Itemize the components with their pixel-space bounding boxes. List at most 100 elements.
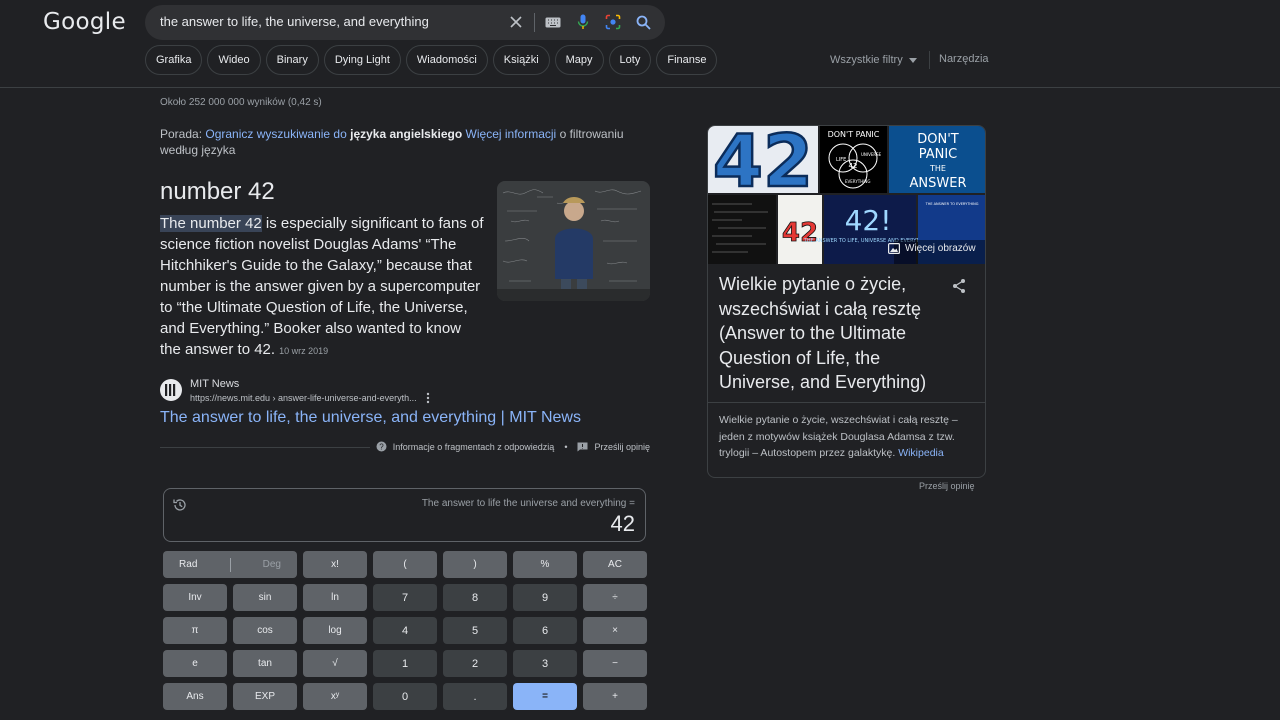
key-sin[interactable]: sin <box>233 584 297 611</box>
history-icon[interactable] <box>172 497 188 513</box>
key-power[interactable]: xʸ <box>303 683 367 710</box>
kp-img7-caption: THE ANSWER TO EVERYTHING <box>925 202 979 206</box>
key-factorial[interactable]: x! <box>303 551 367 578</box>
chip-videos[interactable]: Wideo <box>207 45 261 75</box>
calculator-display: The answer to life the universe and ever… <box>163 488 646 542</box>
keyboard-icon[interactable] <box>543 12 563 32</box>
key-ln[interactable]: ln <box>303 584 367 611</box>
key-divide[interactable]: ÷ <box>583 584 647 611</box>
kp-title: Wielkie pytanie o życie, wszechświat i c… <box>719 274 927 392</box>
key-tan[interactable]: tan <box>233 650 297 677</box>
calculator-expression: The answer to life the universe and ever… <box>421 498 635 509</box>
more-options-icon[interactable] <box>425 391 431 405</box>
wikipedia-link[interactable]: Wikipedia <box>898 447 944 459</box>
svg-text:?: ? <box>379 442 384 451</box>
key-clear[interactable]: AC <box>583 551 647 578</box>
search-box[interactable]: the answer to life, the universe, and ev… <box>145 5 665 40</box>
key-exp[interactable]: EXP <box>233 683 297 710</box>
language-tip: Porada: Ogranicz wyszukiwanie do języka … <box>160 126 640 158</box>
key-ans[interactable]: Ans <box>163 683 227 710</box>
key-equals[interactable]: = <box>513 683 577 710</box>
source-name[interactable]: MIT News <box>190 378 239 390</box>
chip-finance[interactable]: Finanse <box>656 45 718 75</box>
image-icon <box>888 243 900 254</box>
tip-prefix: Porada: <box>160 127 203 141</box>
rad-option[interactable]: Rad <box>179 559 197 570</box>
key-log[interactable]: log <box>303 617 367 644</box>
snippet-highlight: The number 42 <box>160 215 262 232</box>
chip-images[interactable]: Grafika <box>145 45 203 75</box>
key-7[interactable]: 7 <box>373 584 437 611</box>
more-images-button[interactable]: Więcej obrazów <box>888 243 976 254</box>
key-2[interactable]: 2 <box>443 650 507 677</box>
key-plus[interactable]: + <box>583 683 647 710</box>
snippet-feedback-link[interactable]: Prześlij opinię <box>594 442 650 452</box>
source-url[interactable]: https://news.mit.edu › answer-life-unive… <box>190 393 417 403</box>
search-results-page: Google the answer to life, the universe,… <box>0 0 1280 720</box>
kp-img2-title: DON'T PANIC <box>828 130 880 139</box>
kp-img6-text: 42! <box>845 204 892 237</box>
key-0[interactable]: 0 <box>373 683 437 710</box>
header-divider <box>0 87 1280 88</box>
about-snippets-link[interactable]: Informacje o fragmentach z odpowiedzią <box>393 442 555 452</box>
key-6[interactable]: 6 <box>513 617 577 644</box>
restrict-language-link[interactable]: Ogranicz wyszukiwanie do <box>205 127 346 141</box>
chip-binary[interactable]: Binary <box>265 45 319 75</box>
lens-icon[interactable] <box>603 12 623 32</box>
chip-flights[interactable]: Loty <box>608 45 652 75</box>
key-5[interactable]: 5 <box>443 617 507 644</box>
snippet-footer: ? Informacje o fragmentach z odpowiedzią… <box>369 441 650 452</box>
chip-news[interactable]: Wiadomości <box>405 45 488 75</box>
key-1[interactable]: 1 <box>373 650 437 677</box>
source-favicon[interactable] <box>160 379 182 401</box>
key-4[interactable]: 4 <box>373 617 437 644</box>
key-percent[interactable]: % <box>513 551 577 578</box>
key-multiply[interactable]: × <box>583 617 647 644</box>
kp-img3-the: THE <box>929 164 946 173</box>
result-title-link[interactable]: The answer to life, the universe, and ev… <box>160 409 581 427</box>
key-9[interactable]: 9 <box>513 584 577 611</box>
chip-maps[interactable]: Mapy <box>554 45 604 75</box>
voice-search-icon[interactable] <box>573 12 593 32</box>
feedback-icon <box>577 442 588 451</box>
key-e[interactable]: e <box>163 650 227 677</box>
search-input[interactable]: the answer to life, the universe, and ev… <box>160 14 429 29</box>
snippet-date: 10 wrz 2019 <box>279 346 329 356</box>
footer-dot: • <box>564 441 568 452</box>
share-icon[interactable] <box>951 278 967 294</box>
rad-deg-toggle[interactable]: Rad Deg <box>163 551 297 578</box>
search-divider <box>534 13 535 32</box>
kp-description: Wielkie pytanie o życie, wszechświat i c… <box>719 412 977 462</box>
tip-language[interactable]: języka angielskiego <box>350 127 462 141</box>
key-minus[interactable]: − <box>583 650 647 677</box>
rad-deg-divider <box>229 557 231 572</box>
key-3[interactable]: 3 <box>513 650 577 677</box>
key-cos[interactable]: cos <box>233 617 297 644</box>
key-pi[interactable]: π <box>163 617 227 644</box>
key-close-paren[interactable]: ) <box>443 551 507 578</box>
all-filters-button[interactable]: Wszystkie filtry <box>830 54 917 66</box>
clear-icon[interactable] <box>506 12 526 32</box>
key-sqrt[interactable]: √ <box>303 650 367 677</box>
key-open-paren[interactable]: ( <box>373 551 437 578</box>
google-logo[interactable]: Google <box>43 9 126 35</box>
deg-option[interactable]: Deg <box>263 559 281 570</box>
key-decimal[interactable]: . <box>443 683 507 710</box>
search-icon[interactable] <box>633 12 653 32</box>
filters-separator <box>929 51 930 69</box>
calculator-keypad: Rad Deg x! ( ) % AC Inv sin ln 7 8 9 ÷ π… <box>163 551 647 710</box>
more-images-label: Więcej obrazów <box>905 243 976 254</box>
more-info-link[interactable]: Więcej informacji <box>466 127 557 141</box>
key-inv[interactable]: Inv <box>163 584 227 611</box>
kp-feedback-link[interactable]: Prześlij opinię <box>919 481 975 491</box>
snippet-image[interactable] <box>497 181 650 301</box>
tools-button[interactable]: Narzędzia <box>939 53 989 65</box>
snippet-title: number 42 <box>160 178 275 205</box>
kp-venn-everything: EVERYTHING <box>845 179 870 184</box>
key-8[interactable]: 8 <box>443 584 507 611</box>
snippet-body: is especially significant to fans of sci… <box>160 215 484 358</box>
filter-chips: Grafika Wideo Binary Dying Light Wiadomo… <box>145 45 718 75</box>
chip-dying-light[interactable]: Dying Light <box>323 45 401 75</box>
snippet-text: The number 42 is especially significant … <box>160 213 486 362</box>
chip-books[interactable]: Książki <box>492 45 550 75</box>
